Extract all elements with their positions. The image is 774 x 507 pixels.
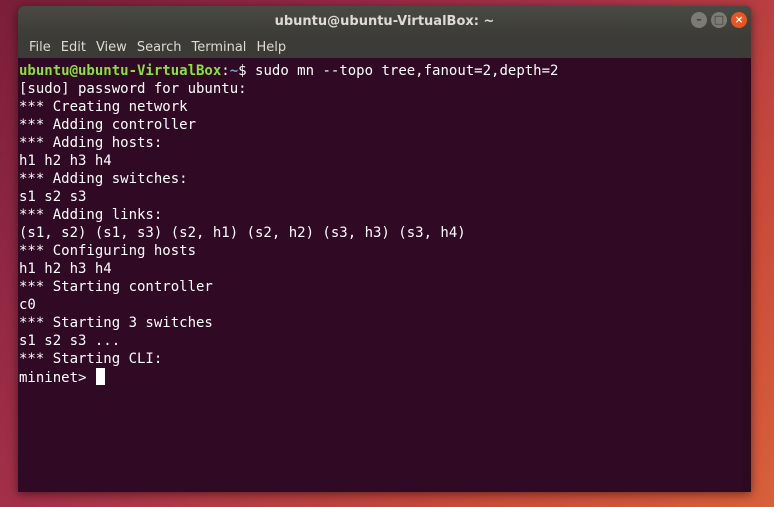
output-line: *** Starting CLI: [19,351,163,367]
minimize-button[interactable]: – [691,12,707,28]
output-line: *** Adding switches: [19,171,188,187]
command-line: ubuntu@ubuntu-VirtualBox:~$ sudo mn --to… [19,62,743,80]
output-line: *** Starting controller [19,279,213,295]
window-title: ubuntu@ubuntu-VirtualBox: ~ [274,13,495,29]
output-line: *** Adding hosts: [19,135,163,151]
output-line: s1 s2 s3 [19,189,87,205]
output-line: h1 h2 h3 h4 [19,261,112,277]
output-line: *** Adding links: [19,207,163,223]
output-line: [sudo] password for ubuntu: [19,81,247,97]
terminal-output[interactable]: ubuntu@ubuntu-VirtualBox:~$ sudo mn --to… [18,58,743,492]
menu-search[interactable]: Search [132,40,187,55]
menu-edit[interactable]: Edit [56,40,91,55]
text-cursor [95,368,105,385]
cli-prompt: mininet> [19,370,95,386]
command-text: sudo mn --topo tree,fanout=2,depth=2 [255,63,559,79]
terminal-window: ubuntu@ubuntu-VirtualBox: ~ – □ × File E… [18,6,751,492]
output-line: *** Adding controller [19,117,197,133]
menu-file[interactable]: File [24,40,56,55]
scrollbar[interactable] [743,58,751,492]
prompt-symbol: $ [238,63,256,79]
cli-prompt-line: mininet> [19,368,743,387]
prompt-separator: : [221,63,230,79]
output-line: h1 h2 h3 h4 [19,153,112,169]
menu-help[interactable]: Help [251,40,291,55]
output-line: s1 s2 s3 ... [19,333,121,349]
maximize-button[interactable]: □ [711,12,727,28]
output-line: *** Starting 3 switches [19,315,213,331]
window-controls: – □ × [691,12,747,28]
prompt-path: ~ [229,63,239,79]
prompt-user: ubuntu@ubuntu-VirtualBox [19,63,222,79]
output-line: c0 [19,297,36,313]
close-button[interactable]: × [731,12,747,28]
output-line: *** Creating network [19,99,188,115]
output-line: *** Configuring hosts [19,243,197,259]
output-line: (s1, s2) (s1, s3) (s2, h1) (s2, h2) (s3,… [19,225,466,241]
menu-bar: File Edit View Search Terminal Help [18,36,751,58]
menu-terminal[interactable]: Terminal [186,40,251,55]
menu-view[interactable]: View [91,40,132,55]
title-bar[interactable]: ubuntu@ubuntu-VirtualBox: ~ – □ × [18,6,751,36]
